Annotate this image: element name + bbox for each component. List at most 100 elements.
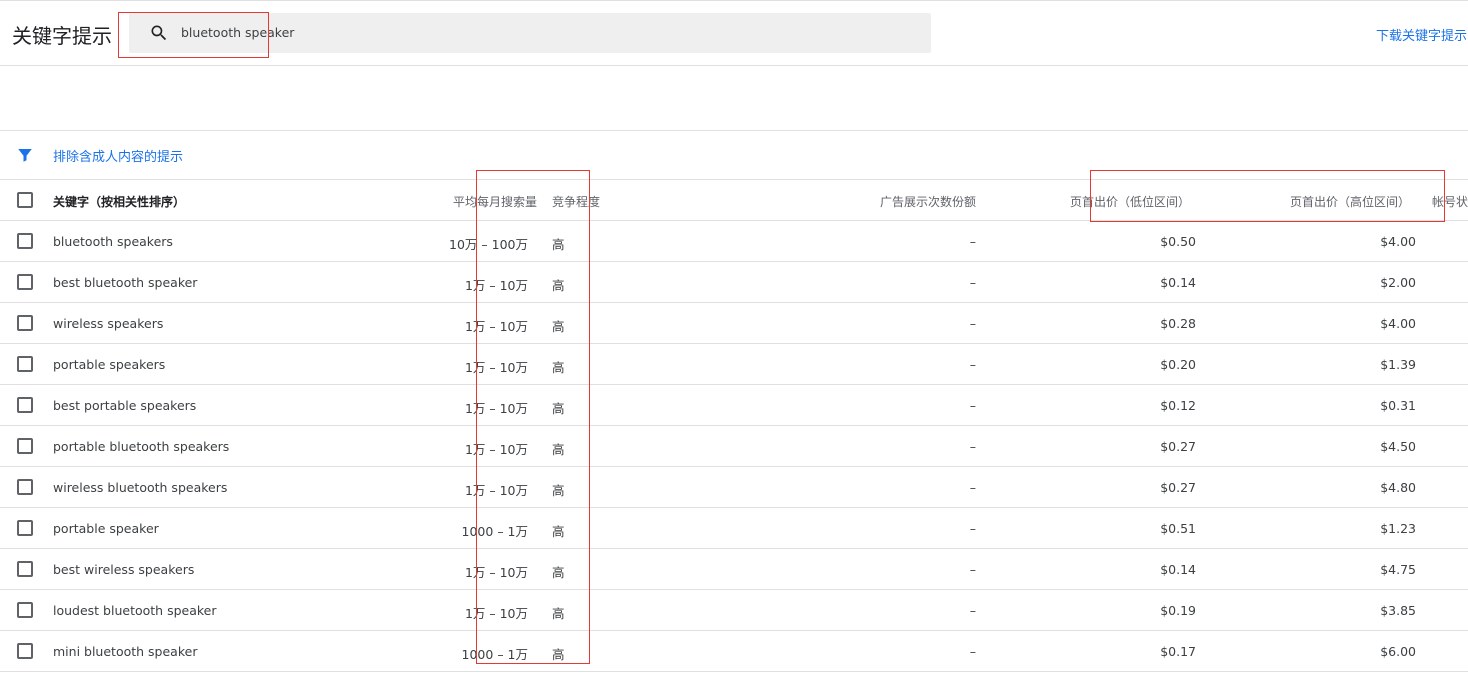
bid-low-cell: $0.14 [1160, 275, 1196, 290]
bid-high-cell: $4.75 [1380, 562, 1416, 577]
bid-high-cell: $4.00 [1380, 316, 1416, 331]
impression-share-cell: – [969, 644, 976, 659]
competition-cell: 高 [552, 524, 565, 539]
bid-high-cell: $4.80 [1380, 480, 1416, 495]
table-row[interactable]: best portable speakers 1万 – 10万 高 – $0.12 $0.… [0, 385, 1468, 426]
table-row[interactable]: wireless speakers 1万 – 10万 高 – $0.28 $4.00 [0, 303, 1468, 344]
keyword-cell[interactable]: portable speaker [53, 521, 159, 536]
keyword-cell[interactable]: best portable speakers [53, 398, 196, 413]
col-bid-low-header[interactable]: 页首出价（低位区间） [1070, 193, 1190, 210]
select-all-checkbox[interactable] [17, 192, 33, 208]
table-row[interactable]: wireless bluetooth speakers 1万 – 10万 高 – $0.… [0, 467, 1468, 508]
avg-monthly-cell: 1000 – 1万 [461, 524, 528, 539]
bid-high-cell: $6.00 [1380, 644, 1416, 659]
bid-low-cell: $0.50 [1160, 234, 1196, 249]
col-competition-header[interactable]: 竞争程度 [552, 193, 600, 210]
avg-monthly-cell: 1万 – 10万 [464, 319, 528, 334]
bid-low-cell: $0.20 [1160, 357, 1196, 372]
impression-share-cell: – [969, 562, 976, 577]
search-value[interactable]: bluetooth speaker [181, 25, 294, 40]
table-row[interactable]: portable bluetooth speakers 1万 – 10万 高 – $0.… [0, 426, 1468, 467]
impression-share-cell: – [969, 234, 976, 249]
bid-high-cell: $4.50 [1380, 439, 1416, 454]
avg-monthly-cell: 1万 – 10万 [464, 606, 528, 621]
row-checkbox[interactable] [17, 561, 33, 577]
row-checkbox[interactable] [17, 602, 33, 618]
impression-share-cell: – [969, 480, 976, 495]
competition-cell: 高 [552, 278, 565, 293]
competition-cell: 高 [552, 360, 565, 375]
row-checkbox[interactable] [17, 479, 33, 495]
search-input[interactable]: bluetooth speaker [129, 13, 931, 53]
competition-cell: 高 [552, 237, 565, 252]
table-header-row: 关键字（按相关性排序） 平均每月搜索量 竞争程度 广告展示次数份额 页首出价（低… [0, 180, 1468, 221]
keyword-cell[interactable]: wireless speakers [53, 316, 163, 331]
keyword-cell[interactable]: portable speakers [53, 357, 165, 372]
table-row[interactable]: best wireless speakers 1万 – 10万 高 – $0.14 $4.… [0, 549, 1468, 590]
bid-low-cell: $0.28 [1160, 316, 1196, 331]
avg-monthly-cell: 1万 – 10万 [464, 278, 528, 293]
keyword-cell[interactable]: loudest bluetooth speaker [53, 603, 217, 618]
row-checkbox[interactable] [17, 520, 33, 536]
competition-cell: 高 [552, 319, 565, 334]
impression-share-cell: – [969, 357, 976, 372]
table-row[interactable]: loudest bluetooth speaker 1万 – 10万 高 – $0.19… [0, 590, 1468, 631]
col-bid-high-header[interactable]: 页首出价（高位区间） [1290, 193, 1410, 210]
exclude-adult-filter-link[interactable]: 排除含成人内容的提示 [53, 146, 183, 165]
row-checkbox[interactable] [17, 643, 33, 659]
row-checkbox[interactable] [17, 233, 33, 249]
row-checkbox[interactable] [17, 315, 33, 331]
impression-share-cell: – [969, 398, 976, 413]
bid-low-cell: $0.27 [1160, 480, 1196, 495]
row-checkbox[interactable] [17, 356, 33, 372]
bid-high-cell: $0.31 [1380, 398, 1416, 413]
avg-monthly-cell: 1万 – 10万 [464, 483, 528, 498]
avg-monthly-cell: 1万 – 10万 [464, 401, 528, 416]
row-checkbox[interactable] [17, 397, 33, 413]
row-checkbox[interactable] [17, 438, 33, 454]
avg-monthly-cell: 1000 – 1万 [461, 647, 528, 662]
bid-high-cell: $1.23 [1380, 521, 1416, 536]
bid-high-cell: $1.39 [1380, 357, 1416, 372]
bid-high-cell: $3.85 [1380, 603, 1416, 618]
impression-share-cell: – [969, 603, 976, 618]
impression-share-cell: – [969, 275, 976, 290]
competition-cell: 高 [552, 483, 565, 498]
filter-icon[interactable] [16, 146, 34, 164]
filter-row: 排除含成人内容的提示 [0, 131, 1468, 180]
keyword-cell[interactable]: wireless bluetooth speakers [53, 480, 227, 495]
bid-low-cell: $0.17 [1160, 644, 1196, 659]
competition-cell: 高 [552, 565, 565, 580]
keyword-cell[interactable]: bluetooth speakers [53, 234, 173, 249]
keyword-cell[interactable]: best wireless speakers [53, 562, 194, 577]
avg-monthly-cell: 10万 – 100万 [449, 237, 528, 252]
table-row[interactable]: portable speaker 1000 – 1万 高 – $0.51 $1.23 [0, 508, 1468, 549]
col-keyword-header[interactable]: 关键字（按相关性排序） [53, 193, 185, 210]
download-keywords-link[interactable]: 下载关键字提示 [1376, 25, 1467, 44]
impression-share-cell: – [969, 316, 976, 331]
competition-cell: 高 [552, 647, 565, 662]
table-row[interactable]: bluetooth speakers 10万 – 100万 高 – $0.50 $4.00 [0, 221, 1468, 262]
page-title: 关键字提示 [12, 24, 112, 48]
col-avg-monthly-header[interactable]: 平均每月搜索量 [453, 193, 537, 210]
bid-low-cell: $0.12 [1160, 398, 1196, 413]
keyword-table: 关键字（按相关性排序） 平均每月搜索量 竞争程度 广告展示次数份额 页首出价（低… [0, 180, 1468, 672]
col-impression-share-header[interactable]: 广告展示次数份额 [880, 193, 976, 210]
table-row[interactable]: mini bluetooth speaker 1000 – 1万 高 – $0.17 $6… [0, 631, 1468, 672]
bid-high-cell: $4.00 [1380, 234, 1416, 249]
competition-cell: 高 [552, 606, 565, 621]
impression-share-cell: – [969, 439, 976, 454]
competition-cell: 高 [552, 442, 565, 457]
bid-low-cell: $0.27 [1160, 439, 1196, 454]
col-account-status-header[interactable]: 帐号状 [1432, 193, 1468, 210]
competition-cell: 高 [552, 401, 565, 416]
keyword-cell[interactable]: best bluetooth speaker [53, 275, 197, 290]
keyword-cell[interactable]: mini bluetooth speaker [53, 644, 197, 659]
search-icon[interactable] [149, 23, 169, 43]
page-header: 关键字提示 bluetooth speaker 下载关键字提示 [0, 1, 1468, 66]
keyword-cell[interactable]: portable bluetooth speakers [53, 439, 229, 454]
table-row[interactable]: best bluetooth speaker 1万 – 10万 高 – $0.14 $2.… [0, 262, 1468, 303]
row-checkbox[interactable] [17, 274, 33, 290]
table-row[interactable]: portable speakers 1万 – 10万 高 – $0.20 $1.39 [0, 344, 1468, 385]
bid-high-cell: $2.00 [1380, 275, 1416, 290]
